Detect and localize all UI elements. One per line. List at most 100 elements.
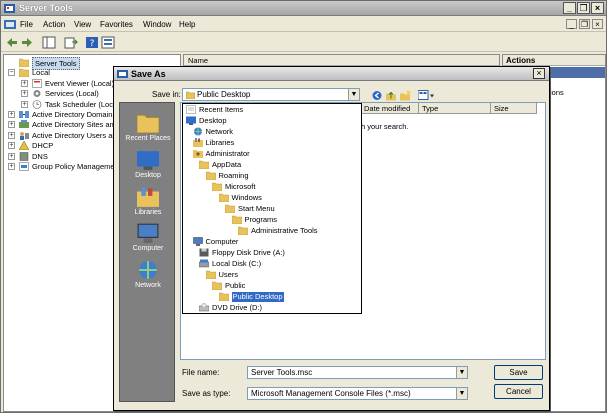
dvd-icon [199,303,209,312]
tree-item-label: DHCP [32,141,54,151]
save-as-type-select[interactable]: Microsoft Management Console Files (*.ms… [247,387,468,400]
cancel-button[interactable]: Cancel [494,384,543,399]
event-viewer-icon [32,79,42,88]
file-name-label: File name: [182,368,220,377]
folder-icon [238,226,248,235]
maximize-button[interactable]: ❐ [577,2,590,14]
save-as-type-label: Save as type: [182,389,231,398]
ad-domains-icon [19,111,29,118]
menu-action[interactable]: Action [43,20,65,29]
expand-icon[interactable]: + [21,90,28,98]
expand-icon[interactable]: + [21,100,28,108]
tree-item-label: Services (Local) [45,89,99,99]
floppy-icon [199,248,209,257]
dialog-close-button[interactable]: × [533,68,545,79]
minimize-button[interactable]: _ [563,2,576,14]
actions-item[interactable]: ions [550,88,564,97]
services-icon [33,90,41,98]
actions-header: Actions [503,55,605,66]
computer-icon [137,223,159,243]
menu-window[interactable]: Window [143,20,171,29]
dropdown-item-label: Microsoft [225,182,256,191]
go-back-icon[interactable] [372,90,382,101]
chevron-down-icon[interactable]: ▼ [456,388,467,399]
file-name-input[interactable]: Server Tools.msc ▼ [247,366,468,379]
help-icon[interactable]: ? [85,36,99,49]
computer-icon [192,237,203,246]
place-computer[interactable]: Computer [120,223,176,252]
inner-restore-button[interactable]: ❐ [579,19,590,29]
menu-view[interactable]: View [74,20,91,29]
svg-text:?: ? [90,39,95,49]
place-label: Desktop [135,172,161,179]
back-arrow-icon[interactable] [5,36,19,49]
save-as-dialog: Save As × Save in: Public Desktop ▼ Rece… [113,66,550,411]
recent-items-icon [186,105,196,114]
new-folder-icon[interactable] [400,90,411,101]
size-column-header[interactable]: Size [491,103,537,114]
inner-close-button[interactable]: × [592,19,603,29]
dropdown-item-label: Local Disk (C:) [212,259,262,268]
save-in-dropdown[interactable]: Recent Items Desktop Network Libraries Admin… [182,103,362,314]
dropdown-item-label: Network [205,127,234,136]
mmc-app-icon [4,4,15,13]
place-network[interactable]: Network [120,260,176,289]
dropdown-item-label: Start Menu [238,204,275,213]
place-libraries[interactable]: Libraries [120,187,176,216]
empty-search-message: h your search. [361,122,409,131]
dhcp-icon [19,141,29,151]
console-icon [4,20,16,29]
export-list-icon[interactable] [64,36,78,49]
chevron-down-icon[interactable]: ▼ [348,89,359,100]
view-menu-icon[interactable] [418,90,434,101]
group-policy-icon [19,162,29,171]
properties-icon[interactable] [101,36,115,49]
up-folder-icon[interactable] [386,90,396,101]
expand-icon[interactable]: + [8,131,15,139]
place-recent-places[interactable]: Recent Places [120,113,176,142]
dialog-title: Save As [131,69,166,79]
dropdown-item-label: Libraries [205,138,235,147]
expand-icon[interactable]: + [8,163,15,170]
save-button[interactable]: Save [494,365,543,380]
forward-arrow-icon[interactable] [20,36,34,49]
tree-item-label: Local [32,68,50,78]
place-desktop[interactable]: Desktop [120,150,176,179]
toolbar: ? [1,33,606,52]
recent-places-icon [137,114,159,133]
libraries-icon [137,187,159,207]
dropdown-item-label: Administrative Tools [251,226,318,235]
expand-icon[interactable]: + [8,121,15,129]
close-button[interactable]: × [591,2,604,14]
dropdown-item-label: Roaming [218,171,249,180]
folder-icon [205,270,216,279]
date-modified-column-header[interactable]: Date modified [361,103,419,114]
folder-icon [19,69,29,78]
dropdown-item-label: Floppy Disk Drive (A:) [212,248,285,257]
menu-favorites[interactable]: Favorites [100,20,133,29]
name-column-header[interactable]: Name [184,55,499,66]
chevron-down-icon[interactable]: ▼ [456,367,467,378]
expand-icon[interactable]: + [8,111,15,118]
show-hide-tree-icon[interactable] [42,36,56,49]
tree-item-label: Group Policy Management [32,162,121,171]
expand-icon[interactable]: + [21,79,28,87]
dropdown-item-label: DVD Drive (D:) [212,303,262,312]
dropdown-item-label: Users [218,270,239,279]
dropdown-item-label: Programs [244,215,278,224]
folder-icon [186,91,195,99]
inner-minimize-button[interactable]: _ [566,19,577,29]
type-column-header[interactable]: Type [419,103,491,114]
collapse-icon[interactable]: − [8,69,15,77]
expand-icon[interactable]: + [8,152,15,160]
expand-icon[interactable]: + [8,142,15,150]
save-in-label: Save in: [152,90,181,99]
libraries-icon [192,138,203,147]
place-label: Recent Places [125,135,171,142]
tree-item-label: Event Viewer (Local) [45,78,115,88]
save-in-combo[interactable]: Public Desktop ▼ [182,88,360,101]
network-icon [193,127,202,136]
menu-file[interactable]: File [20,20,33,29]
place-label: Libraries [134,209,162,216]
menu-help[interactable]: Help [179,20,195,29]
